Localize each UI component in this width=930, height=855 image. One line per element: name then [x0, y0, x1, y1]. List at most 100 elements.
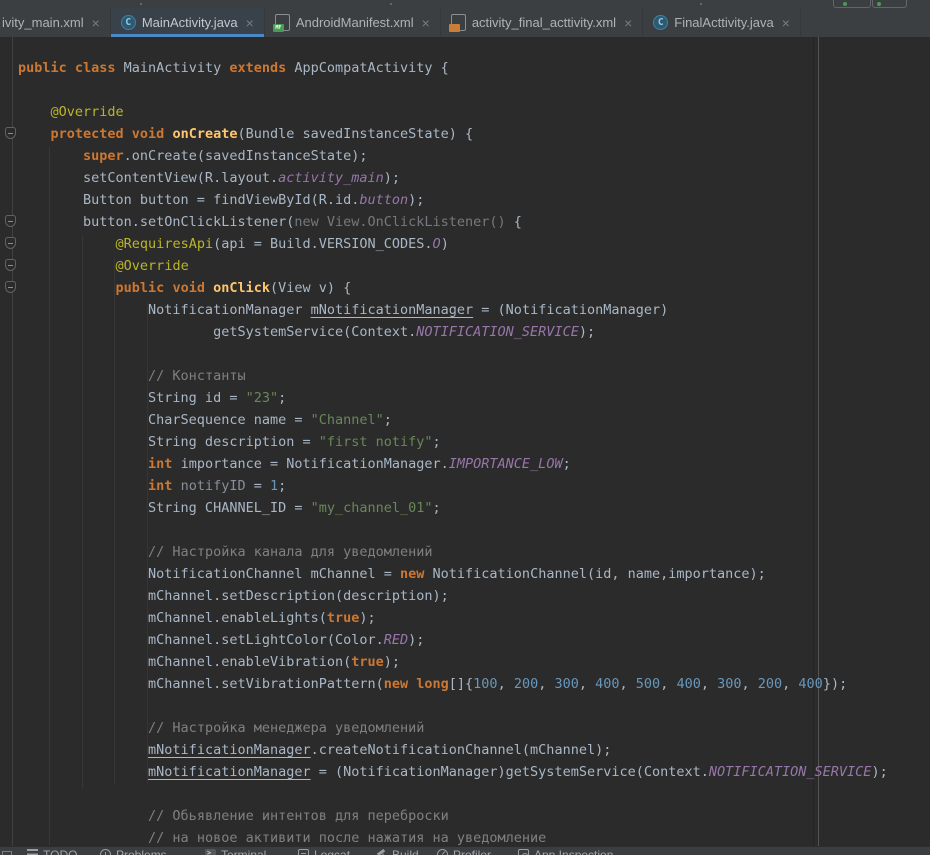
fold-marker-icon[interactable] — [5, 281, 16, 293]
code-line[interactable]: // Константы — [18, 365, 888, 387]
app-inspection-icon — [518, 849, 529, 855]
tool-window-label: Profiler — [453, 848, 491, 855]
code-line[interactable]: Button button = findViewById(R.id.button… — [18, 189, 888, 211]
code-token — [18, 544, 148, 560]
code-token: String id = — [18, 390, 246, 406]
close-icon[interactable]: × — [782, 16, 790, 30]
tab-ivity-main-xml[interactable]: ivity_main.xml× — [0, 8, 111, 37]
code-line[interactable]: getSystemService(Context.NOTIFICATION_SE… — [18, 321, 888, 343]
code-line[interactable]: mNotificationManager = (NotificationMana… — [18, 761, 888, 783]
fold-marker-icon[interactable] — [5, 259, 16, 271]
code-token: button — [359, 192, 408, 208]
code-line[interactable]: String id = "23"; — [18, 387, 888, 409]
close-icon[interactable]: × — [624, 16, 632, 30]
tab-mainactivity-java[interactable]: CMainActivity.java× — [111, 8, 265, 37]
code-line[interactable]: // Настройка менеджера уведомлений — [18, 717, 888, 739]
code-line[interactable]: super.onCreate(savedInstanceState); — [18, 145, 888, 167]
code-token — [18, 104, 51, 120]
code-line[interactable]: // Обьявление интентов для переброски — [18, 805, 888, 827]
code-token: ; — [433, 434, 441, 450]
code-token: , — [579, 676, 595, 692]
code-editor[interactable]: public class MainActivity extends AppCom… — [0, 37, 930, 855]
code-token: CharSequence name = — [18, 412, 311, 428]
code-line[interactable]: int importance = NotificationManager.IMP… — [18, 453, 888, 475]
code-token: 100 — [473, 676, 497, 692]
tool-window-button-logcat[interactable]: Logcat — [298, 848, 350, 855]
code-token: mNotificationManager — [148, 742, 311, 758]
logcat-icon — [298, 849, 309, 855]
close-icon[interactable]: × — [422, 16, 430, 30]
code-token: importance = NotificationManager. — [181, 456, 449, 472]
code-line[interactable]: mChannel.setLightColor(Color.RED); — [18, 629, 888, 651]
code-line[interactable] — [18, 783, 888, 805]
tab-androidmanifest-xml[interactable]: MFAndroidManifest.xml× — [265, 8, 441, 37]
code-line[interactable]: CharSequence name = "Channel"; — [18, 409, 888, 431]
code-token: int — [148, 478, 181, 494]
code-token — [18, 280, 116, 296]
code-line[interactable]: @RequiresApi(api = Build.VERSION_CODES.O… — [18, 233, 888, 255]
code-line[interactable]: // Настройка канала для уведомлений — [18, 541, 888, 563]
code-token: 400 — [798, 676, 822, 692]
code-line[interactable]: mChannel.enableVibration(true); — [18, 651, 888, 673]
tool-window-button-terminal[interactable]: Terminal — [205, 848, 266, 855]
code-line[interactable]: @Override — [18, 101, 888, 123]
tool-window-button-profiler[interactable]: Profiler — [437, 848, 491, 855]
code-line[interactable] — [18, 343, 888, 365]
code-line[interactable] — [18, 519, 888, 541]
code-line[interactable]: @Override — [18, 255, 888, 277]
java-class-icon: C — [121, 15, 136, 30]
code-token — [18, 236, 116, 252]
code-line[interactable]: setContentView(R.layout.activity_main); — [18, 167, 888, 189]
toolbar-dot — [390, 3, 392, 5]
code-token: // Обьявление интентов для переброски — [148, 808, 449, 824]
fold-marker-icon[interactable] — [5, 127, 16, 139]
code-token: 400 — [595, 676, 619, 692]
close-icon[interactable]: × — [92, 16, 100, 30]
code-token: , — [782, 676, 798, 692]
java-class-icon: C — [653, 15, 668, 30]
tool-stripe-icon[interactable] — [2, 851, 12, 855]
code-line[interactable]: mChannel.enableLights(true); — [18, 607, 888, 629]
code-line[interactable]: String CHANNEL_ID = "my_channel_01"; — [18, 497, 888, 519]
tool-window-button-app-inspection[interactable]: App Inspection — [518, 848, 613, 855]
todo-icon — [27, 849, 38, 855]
code-line[interactable]: mChannel.setDescription(description); — [18, 585, 888, 607]
fold-marker-icon[interactable] — [5, 215, 16, 227]
code-area: public class MainActivity extends AppCom… — [18, 57, 888, 849]
tool-window-button-problems[interactable]: Problems — [100, 848, 167, 855]
code-line[interactable]: public void onClick(View v) { — [18, 277, 888, 299]
code-line[interactable] — [18, 695, 888, 717]
code-token — [18, 148, 83, 164]
tool-window-label: TODO — [43, 848, 77, 855]
code-token: onClick — [213, 280, 270, 296]
code-line[interactable]: button.setOnClickListener(new View.OnCli… — [18, 211, 888, 233]
code-token: (Bundle savedInstanceState) { — [237, 126, 473, 142]
run-controls-group[interactable] — [833, 0, 871, 8]
terminal-icon — [205, 849, 216, 855]
file-badge: MF — [273, 24, 284, 32]
code-token: ; — [563, 456, 571, 472]
code-token: , — [538, 676, 554, 692]
code-line[interactable] — [18, 79, 888, 101]
code-token: public void — [116, 280, 214, 296]
code-line[interactable]: mNotificationManager.createNotificationC… — [18, 739, 888, 761]
code-line[interactable]: int notifyID = 1; — [18, 475, 888, 497]
code-line[interactable]: NotificationManager mNotificationManager… — [18, 299, 888, 321]
tool-window-button-todo[interactable]: TODO — [27, 848, 77, 855]
code-line[interactable]: protected void onCreate(Bundle savedInst… — [18, 123, 888, 145]
code-token: public class — [18, 60, 124, 76]
close-icon[interactable]: × — [246, 16, 254, 30]
tool-window-button-build[interactable]: Build — [376, 848, 419, 855]
code-line[interactable]: NotificationChannel mChannel = new Notif… — [18, 563, 888, 585]
code-token: mChannel.setLightColor(Color. — [18, 632, 384, 648]
code-token: IMPORTANCE_LOW — [449, 456, 563, 472]
tab-activity-final-acttivity-xml[interactable]: activity_final_acttivity.xml× — [441, 8, 643, 37]
tab-finalacttivity-java[interactable]: CFinalActtivity.java× — [643, 8, 801, 37]
code-token: NOTIFICATION_SERVICE — [416, 324, 579, 340]
code-line[interactable]: public class MainActivity extends AppCom… — [18, 57, 888, 79]
code-token: = — [246, 478, 270, 494]
code-line[interactable]: String description = "first notify"; — [18, 431, 888, 453]
code-token — [18, 126, 51, 142]
fold-marker-icon[interactable] — [5, 237, 16, 249]
code-line[interactable]: mChannel.setVibrationPattern(new long[]{… — [18, 673, 888, 695]
